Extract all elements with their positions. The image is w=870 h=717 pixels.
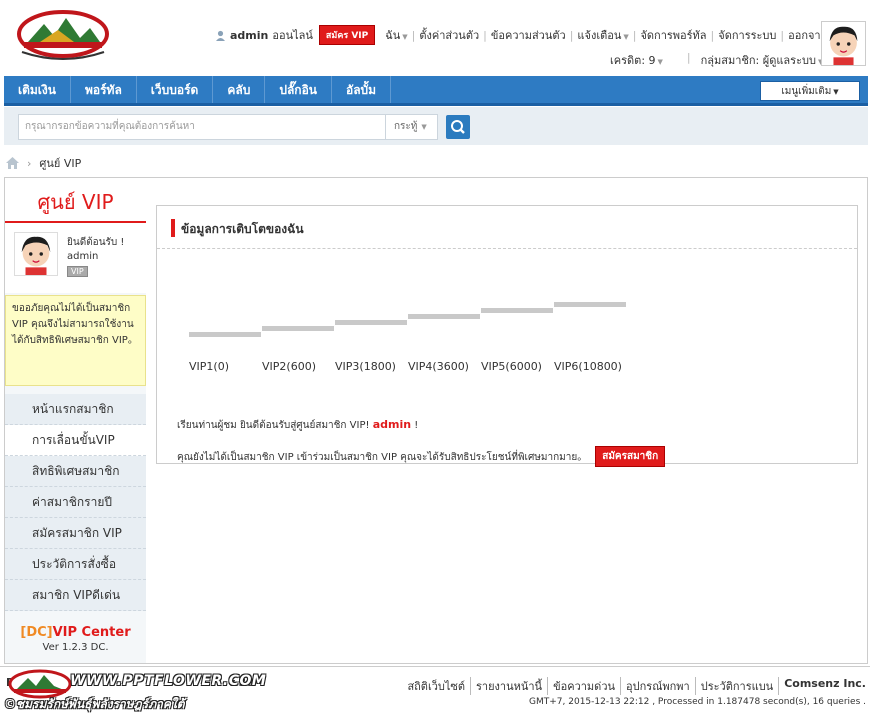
- me-label: ฉัน: [385, 29, 401, 42]
- avatar[interactable]: [14, 232, 58, 276]
- online-status: ออนไลน์: [272, 29, 313, 42]
- main-nav: เติมเงิน พอร์ทัล เว็บบอร์ด คลับ ปลั๊กอิน…: [4, 76, 868, 106]
- footer-links: สถิติเว็บไซต์ รายงานหน้านี้ ข้อความด่วน …: [402, 677, 866, 695]
- vip-level-bar: [262, 326, 334, 331]
- greeting-username[interactable]: admin: [373, 418, 411, 431]
- footer-link-report[interactable]: รายงานหน้านี้: [471, 677, 549, 695]
- nav-forum[interactable]: เว็บบอร์ด: [137, 76, 214, 103]
- greeting: เรียนท่านผู้ชม ยินดีต้อนรับสู่ศูนย์สมาชิ…: [177, 418, 418, 433]
- chevron-down-icon: ▼: [833, 88, 839, 96]
- user-stats: เครดิต: 9 ▼ | กลุ่มสมาชิก: ผู้ดูแลระบบ ▼: [610, 51, 823, 69]
- me-menu[interactable]: ฉัน ▼: [381, 26, 411, 44]
- search-icon: [451, 120, 465, 134]
- sidebar-item-privileges[interactable]: สิทธิพิเศษสมาชิก: [5, 456, 146, 487]
- sidebar-item-member-home[interactable]: หน้าแรกสมาชิก: [5, 394, 146, 425]
- username-link[interactable]: admin: [230, 29, 268, 42]
- chevron-down-icon: ▼: [421, 123, 427, 131]
- settings-link[interactable]: ตั้งค่าส่วนตัว: [415, 26, 483, 44]
- vip-level-bar: [481, 308, 553, 313]
- invite: คุณยังไม่ได้เป็นสมาชิก VIP เข้าร่วมเป็นส…: [177, 446, 666, 467]
- sidebar: ศูนย์ VIP ยินดีต้อนรับ ! admin VIP ขออภั…: [5, 178, 146, 663]
- vip-level-label: VIP4(3600): [408, 360, 469, 373]
- portal-admin-link[interactable]: จัดการพอร์ทัล: [636, 26, 710, 44]
- group-menu[interactable]: กลุ่มสมาชิก: ผู้ดูแลระบบ ▼: [701, 51, 824, 69]
- notifications-menu[interactable]: แจ้งเตือน ▼: [573, 26, 632, 44]
- plugin-brand-name: VIP Center: [52, 625, 131, 640]
- search-type-label: กระทู้: [394, 121, 418, 132]
- private-messages-link[interactable]: ข้อความส่วนตัว: [487, 26, 570, 44]
- vip-level-bar: [554, 302, 626, 307]
- sidebar-item-vip-signup[interactable]: สมัครสมาชิก VIP: [5, 518, 146, 549]
- chevron-down-icon: ▼: [623, 33, 629, 41]
- sidebar-item-top-vip[interactable]: สมาชิก VIPดีเด่น: [5, 580, 146, 611]
- nav-club[interactable]: คลับ: [213, 76, 266, 103]
- invite-text: คุณยังไม่ได้เป็นสมาชิก VIP เข้าร่วมเป็นส…: [177, 452, 588, 463]
- group-label: กลุ่มสมาชิก: ผู้ดูแลระบบ: [700, 54, 816, 67]
- sidebar-username[interactable]: admin: [67, 251, 98, 262]
- notifications-label: แจ้งเตือน: [577, 29, 622, 42]
- watermark-url: WWW.PPTFLOWER.COM: [70, 673, 267, 689]
- user-icon: [216, 30, 225, 41]
- footer-brand[interactable]: Comsenz Inc.: [779, 677, 866, 695]
- greeting-prefix: เรียนท่านผู้ชม ยินดีต้อนรับสู่ศูนย์สมาชิ…: [177, 420, 370, 431]
- vip-level-steps: VIP1(0) VIP2(600) VIP3(1800) VIP4(3600) VIP5…: [157, 206, 857, 373]
- site-logo[interactable]: [14, 8, 112, 64]
- welcome-text: ยินดีต้อนรับ !: [67, 237, 125, 248]
- growth-panel: ข้อมูลการเติบโตของฉัน VIP1(0) VIP2(600) VI…: [156, 205, 858, 467]
- breadcrumb-current[interactable]: ศูนย์ VIP: [39, 154, 81, 172]
- main-frame: ศูนย์ VIP ยินดีต้อนรับ ! admin VIP ขออภั…: [4, 177, 868, 664]
- vip-badge: VIP: [67, 266, 88, 277]
- footer-meta: GMT+7, 2015-12-13 22:12 , Processed in 1…: [529, 697, 866, 707]
- credit-label: เครดิต: 9: [610, 54, 656, 67]
- breadcrumb: › ศูนย์ VIP: [6, 154, 81, 172]
- sidebar-item-order-history[interactable]: ประวัติการสั่งซื้อ: [5, 549, 146, 580]
- sidebar-item-annual-fee[interactable]: ค่าสมาชิกรายปี: [5, 487, 146, 518]
- vip-level-bar: [335, 320, 407, 325]
- separator: |: [686, 51, 691, 64]
- credit-menu[interactable]: เครดิต: 9 ▼: [610, 51, 663, 69]
- vip-level-bar: [189, 332, 261, 337]
- vip-level-label: VIP6(10800): [554, 360, 622, 373]
- vip-signup-button[interactable]: สมัคร VIP: [318, 25, 376, 45]
- sidebar-user: ยินดีต้อนรับ ! admin VIP: [5, 223, 146, 293]
- nav-plugins[interactable]: ปลั๊กอิน: [265, 76, 332, 103]
- more-menu-label: เมนูเพิ่มเติม: [781, 86, 832, 97]
- vip-level-label: VIP5(6000): [481, 360, 542, 373]
- nav-topup[interactable]: เติมเงิน: [4, 76, 71, 103]
- watermark-text: ©ชมรมรักษ์พันธุ์พลังราษฎร์ภาคใต้: [4, 697, 185, 711]
- user-toolbar: admin ออนไลน์ สมัคร VIP ฉัน ▼ | ตั้งค่าส่…: [215, 25, 857, 45]
- plugin-brand: [DC]VIP Center: [5, 625, 146, 640]
- greeting-suffix: !: [414, 420, 419, 431]
- vip-level-label: VIP2(600): [262, 360, 316, 373]
- chevron-down-icon: ▼: [402, 33, 408, 41]
- plugin-version: Ver 1.2.3 DC.: [42, 642, 109, 653]
- sidebar-title: ศูนย์ VIP: [5, 178, 146, 223]
- more-menu-button[interactable]: เมนูเพิ่มเติม ▼: [760, 81, 860, 101]
- nav-portal[interactable]: พอร์ทัล: [71, 76, 137, 103]
- home-icon[interactable]: [6, 157, 19, 169]
- footer-link-ban-history[interactable]: ประวัติการแบน: [696, 677, 780, 695]
- search-button[interactable]: [446, 115, 470, 139]
- search-type-select[interactable]: กระทู้ ▼: [386, 114, 438, 140]
- sidebar-menu: หน้าแรกสมาชิก การเลื่อนขั้นVIP สิทธิพิเศ…: [5, 394, 146, 611]
- vip-level-label: VIP1(0): [189, 360, 229, 373]
- search-input[interactable]: กรุณากรอกข้อความที่คุณต้องการค้นหา: [18, 114, 386, 140]
- footer-link-quick-message[interactable]: ข้อความด่วน: [548, 677, 622, 695]
- search-bar: กรุณากรอกข้อความที่คุณต้องการค้นหา กระทู…: [4, 107, 868, 145]
- breadcrumb-separator: ›: [27, 156, 32, 170]
- user-avatar[interactable]: [821, 21, 866, 66]
- nav-album[interactable]: อัลบั้ม: [332, 76, 392, 103]
- vip-level-label: VIP3(1800): [335, 360, 396, 373]
- sidebar-item-vip-upgrade[interactable]: การเลื่อนขั้นVIP: [5, 425, 146, 456]
- plugin-brand-bracket: [DC]: [20, 625, 53, 640]
- system-admin-link[interactable]: จัดการระบบ: [714, 26, 780, 44]
- vip-level-bar: [408, 314, 480, 319]
- footer-link-stats[interactable]: สถิติเว็บไซต์: [402, 677, 472, 695]
- join-vip-button[interactable]: สมัครสมาชิก: [595, 446, 666, 467]
- vip-notice: ขออภัยคุณไม่ได้เป็นสมาชิก VIP คุณจึงไม่ส…: [5, 295, 146, 386]
- footer-link-mobile[interactable]: อุปกรณ์พกพา: [621, 677, 696, 695]
